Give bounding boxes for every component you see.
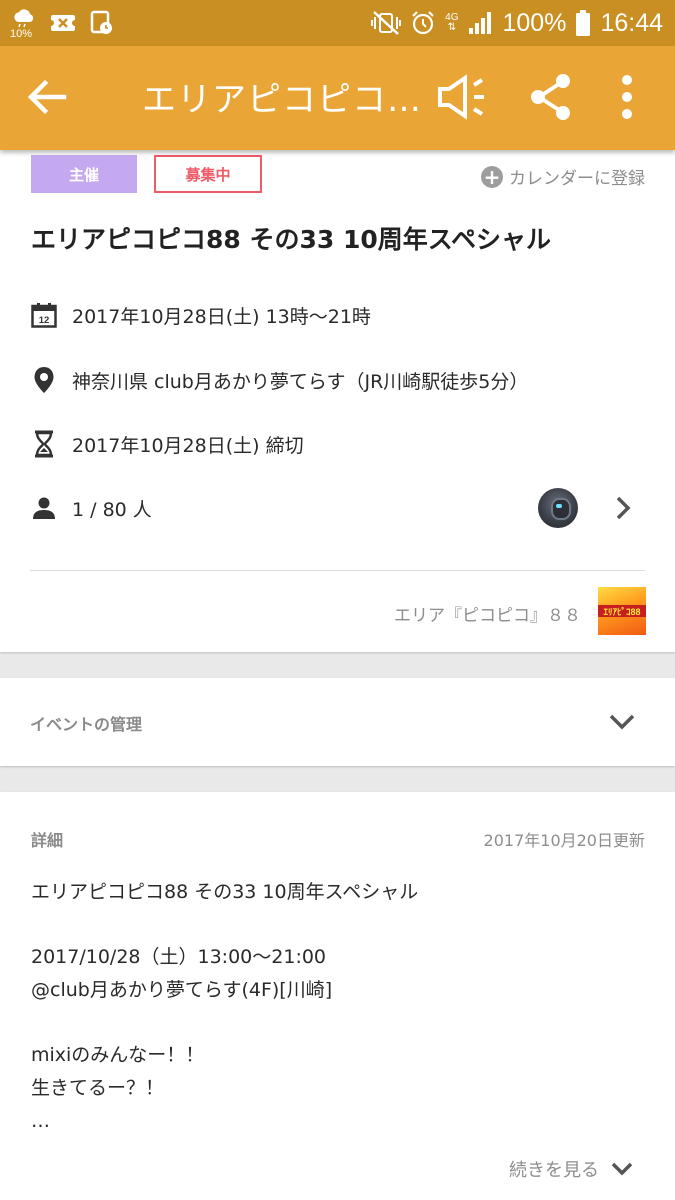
event-place: 神奈川県 club月あかり夢てらす（JR川崎駅徒歩5分） [72, 370, 529, 393]
more-vert-icon[interactable] [612, 72, 642, 122]
mute-vibrate-icon [371, 11, 402, 35]
calendar-clock-icon [90, 10, 112, 34]
battery-icon [576, 10, 591, 36]
organizer-thumbnail-text: ｴﾘｱﾋﾟｺ88 [603, 607, 641, 617]
organizer-name[interactable]: エリア『ピコピコ』８８ [394, 601, 581, 626]
svg-text:12: 12 [39, 315, 50, 326]
read-more-button[interactable]: 続きを見る [509, 1156, 635, 1182]
host-badge: 主催 [31, 155, 137, 193]
add-to-calendar-label: カレンダーに登録 [509, 169, 645, 189]
detail-line: 2017/10/28（土）13:00〜21:00 [31, 946, 327, 968]
recruiting-badge: 募集中 [154, 155, 262, 193]
chevron-down-icon [611, 1162, 633, 1176]
clock-time: 16:44 [600, 8, 663, 37]
weather-percent: 10% [10, 28, 33, 40]
status-bar: 10% 4G ⇅ 100% 16:44 [0, 0, 675, 46]
ticket-icon [50, 15, 76, 31]
share-icon[interactable] [528, 72, 574, 122]
app-bar: エリアピコピコ88 その33 10周年スペシャル [0, 46, 675, 150]
chevron-down-icon[interactable] [606, 706, 638, 738]
read-more-label: 続きを見る [509, 1160, 599, 1181]
event-manage-section[interactable]: イベントの管理 [0, 678, 675, 766]
network-type: 4G ⇅ [445, 12, 459, 33]
event-deadline-row: 2017年10月28日(土) 締切 [30, 430, 304, 458]
detail-line: @club月あかり夢てらす(4F)[川崎] [31, 979, 333, 1001]
participants-row[interactable]: 1 / 80 人 [30, 494, 152, 522]
participant-avatar[interactable] [538, 488, 578, 528]
speaker-icon[interactable] [436, 74, 488, 120]
calendar-icon: 12 [30, 301, 58, 329]
weather-icon: 10% [10, 6, 36, 40]
detail-line: mixiのみんなー！！ [31, 1044, 205, 1066]
organizer-thumbnail[interactable]: ｴﾘｱﾋﾟｺ88 [598, 587, 646, 635]
divider [30, 570, 645, 571]
detail-updated-date: 2017年10月20日更新 [483, 831, 645, 850]
detail-heading: 詳細 [31, 831, 64, 850]
person-icon [30, 494, 58, 522]
event-deadline: 2017年10月28日(土) 締切 [72, 434, 304, 457]
hourglass-icon [30, 430, 58, 458]
detail-line: … [31, 1110, 50, 1132]
location-pin-icon [30, 366, 58, 394]
chevron-right-icon[interactable] [608, 493, 638, 523]
event-date-row: 12 2017年10月28日(土) 13時〜21時 [30, 301, 371, 329]
detail-line: 生きてるー？！ [31, 1077, 165, 1099]
event-place-row[interactable]: 神奈川県 club月あかり夢てらす（JR川崎駅徒歩5分） [30, 366, 528, 394]
detail-line: エリアピコピコ88 その33 10周年スペシャル [31, 881, 419, 903]
event-card: 主催 募集中 + カレンダーに登録 エリアピコピコ88 その33 10周年スペシ… [0, 150, 675, 652]
add-circle-icon: + [481, 165, 503, 188]
alarm-icon [412, 11, 434, 35]
event-title: エリアピコピコ88 その33 10周年スペシャル [31, 225, 552, 254]
detail-body: エリアピコピコ88 その33 10周年スペシャル 2017/10/28（土）13… [31, 876, 418, 1138]
event-date: 2017年10月28日(土) 13時〜21時 [72, 305, 371, 328]
page-title: エリアピコピコ88 その33 10周年スペシャル [142, 80, 427, 120]
add-to-calendar-button[interactable]: + カレンダーに登録 [481, 164, 645, 189]
detail-blank-line [31, 1007, 418, 1039]
participant-count: 1 / 80 人 [72, 498, 152, 521]
back-arrow-icon[interactable] [24, 74, 70, 120]
event-detail-card: 詳細 2017年10月20日更新 エリアピコピコ88 その33 10周年スペシャ… [0, 792, 675, 1200]
event-manage-label: イベントの管理 [30, 715, 143, 734]
detail-blank-line [31, 909, 418, 941]
signal-icon [469, 12, 492, 34]
battery-percent: 100% [502, 8, 567, 37]
